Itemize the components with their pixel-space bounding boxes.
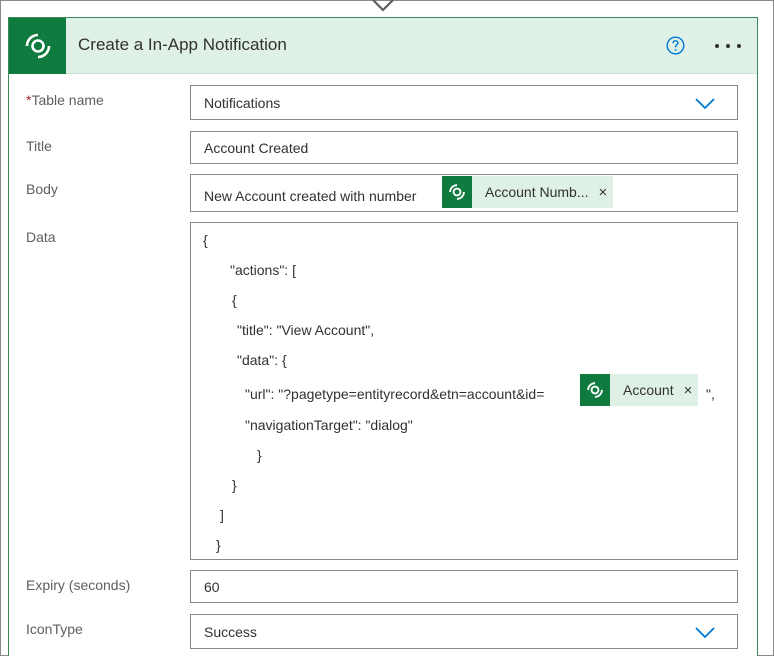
table-name-label-text: Table name <box>31 92 104 108</box>
table-name-label: *Table name <box>26 92 104 108</box>
expiry-label: Expiry (seconds) <box>26 577 131 593</box>
data-label: Data <box>26 229 56 245</box>
help-icon[interactable] <box>666 36 685 55</box>
chevron-down-icon[interactable] <box>694 625 716 639</box>
table-name-dropdown[interactable]: Notifications <box>190 85 738 120</box>
data-line: "data": { <box>237 352 287 368</box>
dataverse-token-icon <box>442 176 472 208</box>
data-line: } <box>257 447 262 463</box>
card-title: Create a In-App Notification <box>78 35 287 54</box>
icon-type-label: IconType <box>26 621 83 637</box>
close-icon[interactable]: × <box>684 383 693 398</box>
title-input[interactable]: Account Created <box>190 131 738 164</box>
data-line: { <box>203 232 208 248</box>
data-line: "actions": [ <box>230 262 296 278</box>
dataverse-logo-icon <box>9 18 66 74</box>
chevron-down-icon[interactable] <box>694 96 716 110</box>
body-label: Body <box>26 181 58 197</box>
data-line: "url": "?pagetype=entityrecord&etn=accou… <box>245 386 545 402</box>
account-token-label: Account <box>623 382 674 398</box>
more-options-icon[interactable] <box>714 43 742 49</box>
title-label: Title <box>26 138 52 154</box>
data-line: ", <box>706 386 715 402</box>
dataverse-token-icon <box>580 374 610 406</box>
icon-type-value: Success <box>204 624 257 640</box>
body-prefix-text: New Account created with number <box>204 188 417 204</box>
data-line: { <box>232 292 237 308</box>
action-card: Create a In-App Notification *Table name… <box>8 17 758 656</box>
data-line: "navigationTarget": "dialog" <box>245 417 413 433</box>
data-line: } <box>216 537 221 553</box>
connector-arrow-icon <box>372 0 394 12</box>
table-name-value: Notifications <box>204 95 281 111</box>
account-number-token-label: Account Numb... <box>485 184 589 200</box>
close-icon[interactable]: × <box>599 185 608 200</box>
body-input[interactable]: New Account created with number Account … <box>190 174 738 212</box>
account-token[interactable]: Account × <box>580 374 699 406</box>
data-line: } <box>232 477 237 493</box>
icon-type-dropdown[interactable]: Success <box>190 614 738 649</box>
expiry-input[interactable]: 60 <box>190 570 738 603</box>
title-value: Account Created <box>204 140 309 156</box>
card-header[interactable]: Create a In-App Notification <box>9 18 757 74</box>
data-line: ] <box>220 507 224 523</box>
expiry-value: 60 <box>204 579 220 595</box>
data-line: "title": "View Account", <box>237 322 375 338</box>
account-number-token[interactable]: Account Numb... × <box>442 176 614 208</box>
data-textarea[interactable]: { "actions": [ { "title": "View Account"… <box>190 222 738 560</box>
